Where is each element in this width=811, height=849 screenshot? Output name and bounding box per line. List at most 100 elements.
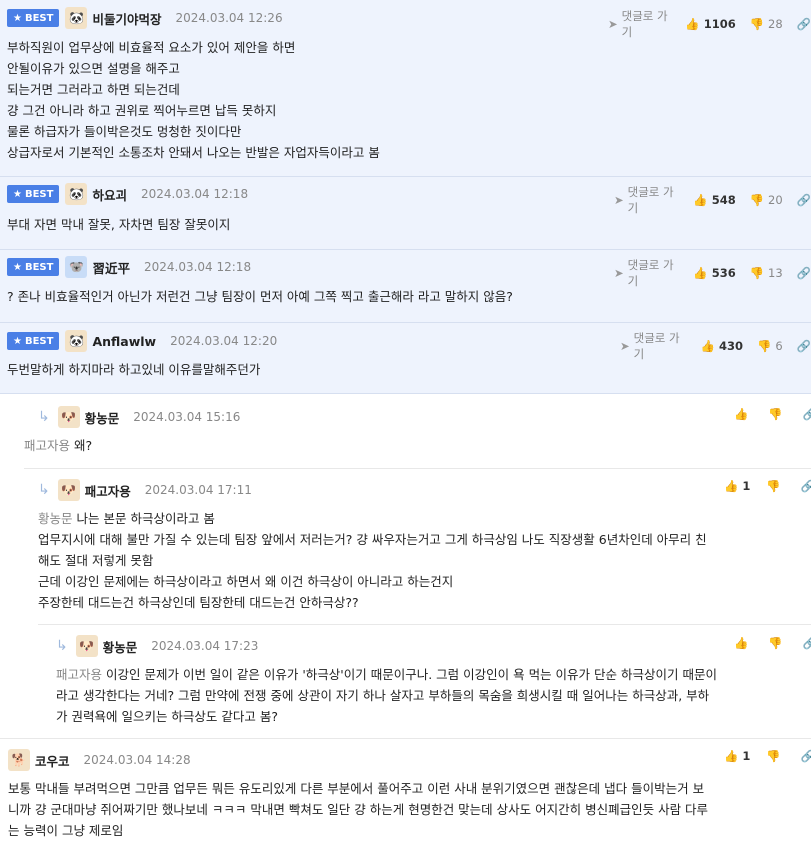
reply-link[interactable]: ➤ 댓글로 가기 xyxy=(620,330,687,362)
upvote-button[interactable]: 👍 548 xyxy=(693,193,735,207)
downvote-button[interactable]: 👎 13 xyxy=(750,266,783,280)
nickname[interactable]: 황농문 xyxy=(85,408,120,427)
avatar[interactable]: 🐶 xyxy=(57,479,80,501)
downvote-button[interactable]: 👎 xyxy=(768,407,786,421)
star-icon: ★ xyxy=(13,261,22,273)
best-comment: ★ BEST 🐼 비둘기야먹장 2024.03.04 12:26 ➤ 댓글로 가기 … xyxy=(0,0,811,177)
best-comment: ★ BEST 🐼 하요괴 2024.03.04 12:18 ➤ 댓글로 가기 👍 54… xyxy=(0,177,811,250)
nickname[interactable]: 황농문 xyxy=(103,637,138,656)
link-icon[interactable]: 🔗 xyxy=(797,266,811,280)
best-badge: ★ BEST xyxy=(7,9,60,27)
comment-body: 부대 자면 막내 잘못, 자차면 팀장 잘못이지 xyxy=(7,217,231,232)
comment: 🐕 코우코 2024.03.04 14:28 👍 1 👎 🔗 보통 막내들 부려먹… xyxy=(0,739,811,849)
upvote-button[interactable]: 👍 536 xyxy=(693,266,735,280)
send-icon: ➤ xyxy=(614,266,624,280)
comment-body: 보통 막내들 부려먹으면 그만큼 업무든 뭐든 유도리있게 다른 부분에서 풀어… xyxy=(8,781,709,838)
thumbs-down-icon: 👎 xyxy=(766,479,781,493)
thumbs-up-icon: 👍 xyxy=(693,266,708,280)
reply-comment: ↳ 🐶 황농문 2024.03.04 17:23 👍 👎 🔗 패고자용 이강인 문… xyxy=(0,625,811,738)
best-badge: ★ BEST xyxy=(7,185,60,203)
thumbs-down-icon: 👎 xyxy=(749,17,765,31)
link-icon[interactable]: 🔗 xyxy=(803,636,811,650)
reply-arrow-icon: ↳ xyxy=(38,409,50,425)
link-icon[interactable]: 🔗 xyxy=(801,479,811,493)
timestamp: 2024.03.04 17:23 xyxy=(151,639,259,653)
downvote-button[interactable]: 👎 28 xyxy=(750,17,783,31)
comment-body: ? 존나 비효율적인거 아닌가 저런건 그냥 팀장이 먼저 아예 그쪽 찍고 출… xyxy=(7,289,513,304)
reply-comment: ↳ 🐶 황농문 2024.03.04 15:16 👍 👎 🔗 패고자용 왜? xyxy=(0,395,811,468)
thumbs-down-icon: 👎 xyxy=(768,636,783,650)
thumbs-down-icon: 👎 xyxy=(749,193,765,207)
thumbs-down-icon: 👎 xyxy=(757,339,772,353)
best-badge: ★ BEST xyxy=(7,258,60,276)
downvote-button[interactable]: 👎 xyxy=(766,479,784,493)
thumbs-up-icon: 👍 xyxy=(700,339,715,353)
thumbs-up-icon: 👍 xyxy=(693,193,708,207)
downvote-button[interactable]: 👎 xyxy=(768,636,786,650)
avatar[interactable]: 🐨 xyxy=(65,256,88,278)
reply-arrow-icon: ↳ xyxy=(56,638,68,654)
thumbs-up-icon: 👍 xyxy=(724,749,739,763)
reply-link[interactable]: ➤ 댓글로 가기 xyxy=(608,8,671,40)
reply-arrow-icon: ↳ xyxy=(38,482,50,498)
timestamp: 2024.03.04 12:26 xyxy=(175,11,283,25)
reply-comment: ↳ 🐶 패고자용 2024.03.04 17:11 👍 1 👎 🔗 황농문 나는 본… xyxy=(0,469,811,624)
thumbs-down-icon: 👎 xyxy=(749,266,765,280)
best-badge: ★ BEST xyxy=(7,332,60,350)
link-icon[interactable]: 🔗 xyxy=(797,339,811,353)
upvote-button[interactable]: 👍 430 xyxy=(701,339,743,353)
best-comment: ★ BEST 🐼 Anflawlw 2024.03.04 12:20 ➤ 댓글로 가… xyxy=(0,323,811,394)
avatar[interactable]: 🐶 xyxy=(75,635,98,657)
avatar[interactable]: 🐶 xyxy=(57,406,80,428)
downvote-button[interactable]: 👎 20 xyxy=(750,193,783,207)
thumbs-up-icon: 👍 xyxy=(724,479,739,493)
link-icon[interactable]: 🔗 xyxy=(797,17,811,31)
upvote-button[interactable]: 👍 1106 xyxy=(685,17,735,31)
upvote-button[interactable]: 👍 1 xyxy=(724,479,750,493)
avatar[interactable]: 🐕 xyxy=(8,749,30,771)
thumbs-up-icon: 👍 xyxy=(685,17,700,31)
nickname[interactable]: 習近平 xyxy=(92,258,130,277)
thumbs-down-icon: 👎 xyxy=(766,749,781,763)
upvote-button[interactable]: 👍 xyxy=(734,636,752,650)
link-icon[interactable]: 🔗 xyxy=(797,193,811,207)
comment-body: 패고자용 왜? xyxy=(24,438,93,453)
timestamp: 2024.03.04 12:20 xyxy=(170,334,278,348)
reply-link[interactable]: ➤ 댓글로 가기 xyxy=(614,257,679,289)
nickname[interactable]: 패고자용 xyxy=(85,481,131,500)
nickname[interactable]: 비둘기야먹장 xyxy=(92,9,161,28)
thumbs-up-icon: 👍 xyxy=(734,407,749,421)
link-icon[interactable]: 🔗 xyxy=(803,407,811,421)
downvote-button[interactable]: 👎 xyxy=(766,749,784,763)
timestamp: 2024.03.04 12:18 xyxy=(143,260,252,274)
mention[interactable]: 패고자용 xyxy=(24,438,70,453)
timestamp: 2024.03.04 15:16 xyxy=(133,410,241,424)
comment-body: 두번말하게 하지마라 하고있네 이유를말해주던가 xyxy=(7,362,261,377)
upvote-button[interactable]: 👍 xyxy=(734,407,752,421)
comment-body: 황농문 나는 본문 하극상이라고 봄 업무지시에 대해 불만 가질 수 있는데 팀… xyxy=(38,511,707,610)
avatar[interactable]: 🐼 xyxy=(65,330,88,352)
thumbs-up-icon: 👍 xyxy=(734,636,749,650)
reply-link[interactable]: ➤ 댓글로 가기 xyxy=(614,184,679,216)
nickname[interactable]: Anflawlw xyxy=(92,334,156,349)
nickname[interactable]: 코우코 xyxy=(35,751,70,770)
timestamp: 2024.03.04 12:18 xyxy=(140,187,249,201)
avatar[interactable]: 🐼 xyxy=(65,7,88,29)
avatar[interactable]: 🐼 xyxy=(65,183,88,205)
star-icon: ★ xyxy=(13,335,22,347)
send-icon: ➤ xyxy=(614,193,624,207)
mention[interactable]: 황농문 xyxy=(38,511,73,526)
star-icon: ★ xyxy=(13,188,22,200)
thumbs-down-icon: 👎 xyxy=(768,407,783,421)
send-icon: ➤ xyxy=(620,339,630,353)
downvote-button[interactable]: 👎 6 xyxy=(757,339,783,353)
nickname[interactable]: 하요괴 xyxy=(92,185,127,204)
best-comment: ★ BEST 🐨 習近平 2024.03.04 12:18 ➤ 댓글로 가기 👍 53… xyxy=(0,250,811,323)
send-icon: ➤ xyxy=(608,17,618,31)
timestamp: 2024.03.04 17:11 xyxy=(144,483,252,497)
upvote-button[interactable]: 👍 1 xyxy=(724,749,750,763)
comment-body: 패고자용 이강인 문제가 이번 일이 같은 이유가 '하극상'이기 때문이구나. … xyxy=(56,667,717,724)
link-icon[interactable]: 🔗 xyxy=(801,749,811,763)
mention[interactable]: 패고자용 xyxy=(56,667,102,682)
timestamp: 2024.03.04 14:28 xyxy=(83,753,191,767)
